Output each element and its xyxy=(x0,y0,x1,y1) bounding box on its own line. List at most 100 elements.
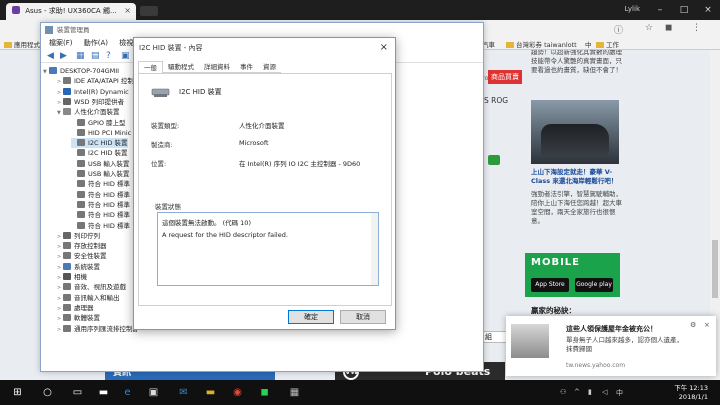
tree-item[interactable]: > 存放控制器 xyxy=(57,241,107,251)
tree-item[interactable]: > 安全性裝置 xyxy=(57,251,107,261)
star-icon[interactable]: ☆ xyxy=(645,23,653,33)
help-icon[interactable]: ? xyxy=(106,51,111,61)
cancel-button[interactable]: 取消 xyxy=(340,310,386,324)
edge-icon[interactable]: e xyxy=(120,385,135,400)
bookmark-fragment[interactable]: 中 xyxy=(585,39,592,49)
windows-start-icon[interactable]: ⊞ xyxy=(10,385,25,400)
tab-general[interactable]: 一般 xyxy=(138,61,163,73)
apps-icon xyxy=(4,42,12,48)
menu-icon[interactable]: ⋮ xyxy=(692,23,701,33)
tree-item-label: 符合 HID 標準 xyxy=(88,221,130,230)
properties-icon[interactable]: ▦ xyxy=(76,51,85,61)
file-explorer-icon[interactable]: ▬ xyxy=(96,385,111,400)
ok-button[interactable]: 確定 xyxy=(288,310,334,324)
notification-toast[interactable]: 這些人領保護屋年金被充公！ 單身無子人口越來越多，認亦個人遺產，抹費歸國 tw.… xyxy=(506,316,716,376)
close-icon[interactable]: × xyxy=(380,38,388,58)
dismiss-icon[interactable]: × xyxy=(704,321,710,329)
people-icon[interactable]: ⚇ xyxy=(560,388,566,396)
tree-item[interactable]: > WSD 列印提供者 xyxy=(57,97,124,107)
web-brand-fragment[interactable]: S ROG xyxy=(484,96,508,105)
list-icon[interactable]: ▤ xyxy=(91,51,100,61)
minimize-icon[interactable]: – xyxy=(648,0,672,20)
tree-item-label: 系統裝置 xyxy=(74,262,100,271)
chrome-icon[interactable]: ◉ xyxy=(230,385,245,400)
tree-item[interactable]: I2C HID 裝置 xyxy=(71,148,128,158)
maximize-icon[interactable]: □ xyxy=(672,0,696,20)
device-manager-titlebar[interactable]: 裝置管理員 xyxy=(41,23,483,37)
tree-item[interactable]: GPIO 膝上型 xyxy=(71,118,126,128)
device-category-icon xyxy=(77,149,85,157)
device-category-icon xyxy=(63,303,71,311)
tree-item[interactable]: > IDE ATA/ATAPI 控制器 xyxy=(57,76,137,86)
volume-icon[interactable]: ◁ xyxy=(602,388,607,396)
mobile-app-banner[interactable]: MOBILE App Store Google play xyxy=(525,253,620,297)
web-nav-tab-marketplace[interactable]: 商品買賣 xyxy=(488,70,522,84)
tab-driver[interactable]: 驅動程式 xyxy=(163,61,199,73)
dialog-titlebar[interactable]: I2C HID 裝置 - 內容 × xyxy=(134,38,395,58)
menu-file[interactable]: 檔案(F) xyxy=(49,39,73,47)
bookmark-lottery[interactable]: 台灣彩券 taiwanlott xyxy=(506,39,577,49)
profile-name[interactable]: Lylik xyxy=(625,5,640,13)
device-status-textbox[interactable]: 這個裝置無法啟動。 (代碼 10) A request for the HID … xyxy=(157,212,379,286)
article-body: 強勁者法引擎，智慧駕駛輔助，陪你上山下海任您跨越！超大車室空間，兩天全家旅行也很… xyxy=(531,190,622,225)
tree-item[interactable]: 符合 HID 標準 xyxy=(71,210,130,220)
status-scrollbar[interactable] xyxy=(371,213,378,285)
tree-item[interactable]: > 音效、視訊及遊戲 xyxy=(57,282,126,292)
settings-icon[interactable]: ⚙ xyxy=(690,321,696,329)
store-icon[interactable]: ▣ xyxy=(146,385,161,400)
mail-icon[interactable]: ✉ xyxy=(176,385,191,400)
line-icon[interactable]: ◼ xyxy=(257,385,272,400)
tree-item[interactable]: I2C HID 裝置 xyxy=(71,138,128,149)
tree-item-label: HID PCI Minic xyxy=(88,128,132,137)
clock[interactable]: 下午 12:13 2018/1/1 xyxy=(674,384,708,402)
tree-item[interactable]: ▼ DESKTOP-704GMII xyxy=(43,66,119,76)
bookmark-apps[interactable]: 應用程式 xyxy=(4,39,40,49)
task-view-icon[interactable]: ▭ xyxy=(70,385,85,400)
tree-item[interactable]: > 處理器 xyxy=(57,303,94,313)
google-play-badge[interactable]: Google play xyxy=(575,278,613,292)
article-photo[interactable] xyxy=(531,100,619,164)
tree-item[interactable]: 符合 HID 標準 xyxy=(71,190,130,200)
tree-item[interactable]: 符合 HID 標準 xyxy=(71,179,130,189)
notification-thumbnail xyxy=(511,324,549,358)
back-icon[interactable]: ◀ xyxy=(47,51,54,61)
tree-item[interactable]: > 系統裝置 xyxy=(57,262,100,272)
scan-icon[interactable]: ▣ xyxy=(121,51,130,61)
tree-item[interactable]: HID PCI Minic xyxy=(71,128,131,138)
device-manager-taskbar-icon[interactable]: ▦ xyxy=(287,385,302,400)
web-scrollbar-thumb[interactable] xyxy=(712,240,718,298)
tree-item[interactable]: > Intel(R) Dynamic xyxy=(57,87,129,97)
close-window-icon[interactable]: × xyxy=(696,0,720,20)
tree-item[interactable]: > 音訊輸入和輸出 xyxy=(57,293,120,303)
tree-item[interactable]: USB 輸入裝置 xyxy=(71,169,129,179)
tree-item[interactable]: 符合 HID 標準 xyxy=(71,200,130,210)
close-tab-icon[interactable]: × xyxy=(124,6,131,15)
tree-item[interactable]: 符合 HID 標準 xyxy=(71,221,130,231)
tray-chevron-icon[interactable]: ^ xyxy=(574,388,580,396)
app-store-badge[interactable]: App Store xyxy=(531,278,569,292)
forward-icon[interactable]: ▶ xyxy=(60,51,67,61)
tab-events[interactable]: 事件 xyxy=(235,61,258,73)
new-tab-button[interactable] xyxy=(140,6,158,16)
menu-action[interactable]: 動作(A) xyxy=(84,39,108,47)
extension-icon[interactable]: ◼ xyxy=(665,23,672,33)
search-icon[interactable]: ○ xyxy=(40,385,55,400)
tree-item[interactable]: > 軟體裝置 xyxy=(57,313,100,323)
info-icon[interactable]: ⓘ xyxy=(614,23,623,36)
ime-icon[interactable]: 中 xyxy=(616,388,623,398)
tab-resources[interactable]: 資源 xyxy=(258,61,281,73)
network-icon[interactable]: ▮ xyxy=(588,388,592,396)
tree-item[interactable]: > 列印佇列 xyxy=(57,231,100,241)
browser-tab[interactable]: Asus - 求助! UX360CA 觸... × xyxy=(6,3,136,20)
tree-item[interactable]: > 相機 xyxy=(57,272,87,282)
tree-item[interactable]: > 通用序列匯流排控制器 xyxy=(57,324,137,334)
tab-details[interactable]: 詳細資料 xyxy=(199,61,235,73)
folder-icon[interactable]: ▬ xyxy=(203,385,218,400)
article-title[interactable]: 上山下海設定就走！豪華 V-Class 來還北海岸輕鬆行吧！ xyxy=(531,168,623,186)
chat-icon[interactable] xyxy=(488,155,500,165)
tree-item[interactable]: ▼ 人性化介面裝置 xyxy=(57,107,120,117)
device-tree[interactable]: ▼ DESKTOP-704GMII > IDE ATA/ATAPI 控制器 > Intel… xyxy=(41,64,137,372)
bookmark-work[interactable]: 工作 xyxy=(596,39,619,49)
tree-item[interactable]: USB 輸入裝置 xyxy=(71,159,129,169)
tree-item-label: I2C HID 裝置 xyxy=(88,149,128,158)
